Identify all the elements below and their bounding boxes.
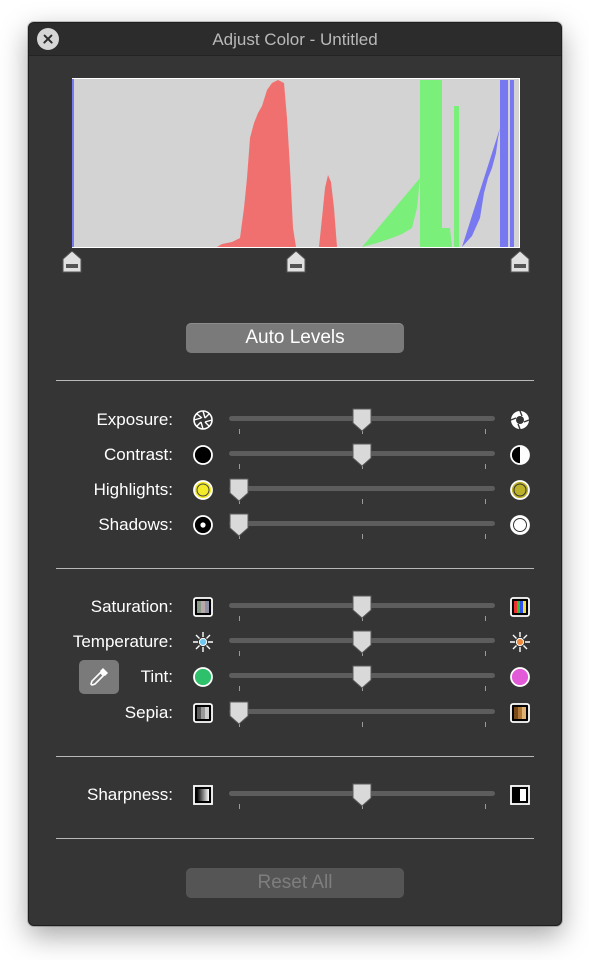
shadows-slider[interactable]	[229, 513, 495, 539]
slider-tick	[485, 534, 486, 539]
auto-levels-button[interactable]: Auto Levels	[186, 323, 404, 353]
sharpness-slider[interactable]	[229, 783, 495, 809]
yellow-circle-icon	[193, 480, 213, 500]
temperature-slider-thumb[interactable]	[351, 630, 373, 654]
slider-tick	[485, 464, 486, 469]
sepia-slider[interactable]	[229, 701, 495, 727]
tint-slider[interactable]	[229, 665, 495, 691]
adjust-color-window: Adjust Color - Untitled Auto Levels Expo…	[28, 22, 562, 926]
soft-edge-icon	[193, 785, 213, 805]
green-circle-icon	[193, 667, 213, 687]
histogram-blue-end	[510, 80, 514, 247]
slider-track[interactable]	[229, 486, 495, 491]
title-bar: Adjust Color - Untitled	[29, 23, 561, 56]
slider-tick	[362, 499, 363, 504]
saturation-label: Saturation:	[90, 597, 173, 616]
slider-tick	[485, 616, 486, 621]
sharp-edge-icon	[510, 785, 530, 805]
slider-tick	[362, 534, 363, 539]
saturation-slider-thumb[interactable]	[351, 595, 373, 619]
slider-tick	[485, 686, 486, 691]
slider-tick	[485, 499, 486, 504]
sepia-slider-thumb[interactable]	[228, 701, 250, 725]
warm-sun-icon	[510, 632, 530, 652]
divider	[56, 568, 534, 569]
slider-tick	[239, 686, 240, 691]
contrast-label: Contrast:	[104, 445, 173, 464]
slider-track[interactable]	[229, 521, 495, 526]
tint-slider-thumb[interactable]	[351, 665, 373, 689]
highlights-slider[interactable]	[229, 478, 495, 504]
eyedropper-icon	[90, 668, 108, 686]
sepia-swatch-icon	[510, 703, 530, 723]
contrast-slider-thumb[interactable]	[351, 443, 373, 467]
sepia-label: Sepia:	[124, 703, 173, 722]
highlights-label: Highlights:	[93, 480, 173, 499]
divider	[56, 380, 534, 381]
slider-tick	[239, 464, 240, 469]
sharpness-label: Sharpness:	[87, 785, 173, 804]
slider-tick	[485, 722, 486, 727]
cool-sun-icon	[193, 632, 213, 652]
window-title: Adjust Color - Untitled	[212, 30, 378, 49]
shadows-slider-thumb[interactable]	[228, 513, 250, 537]
gray-swatch-icon	[193, 703, 213, 723]
white-circle-icon	[510, 515, 530, 535]
saturation-slider[interactable]	[229, 595, 495, 621]
divider	[56, 756, 534, 757]
divider	[56, 838, 534, 839]
exposure-label: Exposure:	[96, 410, 173, 429]
color-swatch-icon	[510, 597, 530, 617]
sharpness-slider-thumb[interactable]	[351, 783, 373, 807]
histogram-green-spike	[454, 106, 459, 247]
black-circle-icon	[193, 445, 213, 465]
slider-tick	[239, 429, 240, 434]
reset-all-button[interactable]: Reset All	[186, 868, 404, 898]
histogram	[72, 78, 520, 248]
highlights-slider-thumb[interactable]	[228, 478, 250, 502]
temperature-slider[interactable]	[229, 630, 495, 656]
slider-tick	[485, 429, 486, 434]
slider-tick	[239, 804, 240, 809]
tint-label: Tint:	[140, 667, 173, 686]
magenta-circle-icon	[510, 667, 530, 687]
midpoint-handle[interactable]	[286, 251, 306, 273]
histogram-green-peak	[420, 80, 442, 247]
slider-tick	[485, 651, 486, 656]
aperture-closed-icon	[193, 410, 213, 430]
shadows-label: Shadows:	[98, 515, 173, 534]
black-point-handle[interactable]	[62, 251, 82, 273]
dark-yellow-circle-icon	[510, 480, 530, 500]
slider-tick	[362, 722, 363, 727]
slider-track[interactable]	[229, 709, 495, 714]
desaturated-swatch-icon	[193, 597, 213, 617]
slider-tick	[239, 651, 240, 656]
temperature-label: Temperature:	[72, 632, 173, 651]
exposure-slider[interactable]	[229, 408, 495, 434]
slider-tick	[239, 616, 240, 621]
aperture-open-icon	[510, 410, 530, 430]
slider-tick	[485, 804, 486, 809]
dot-circle-icon	[193, 515, 213, 535]
exposure-slider-thumb[interactable]	[351, 408, 373, 432]
eyedropper-button[interactable]	[79, 660, 119, 694]
contrast-slider[interactable]	[229, 443, 495, 469]
half-circle-icon	[510, 445, 530, 465]
white-point-handle[interactable]	[510, 251, 530, 273]
histogram-blue-peak	[500, 80, 508, 247]
